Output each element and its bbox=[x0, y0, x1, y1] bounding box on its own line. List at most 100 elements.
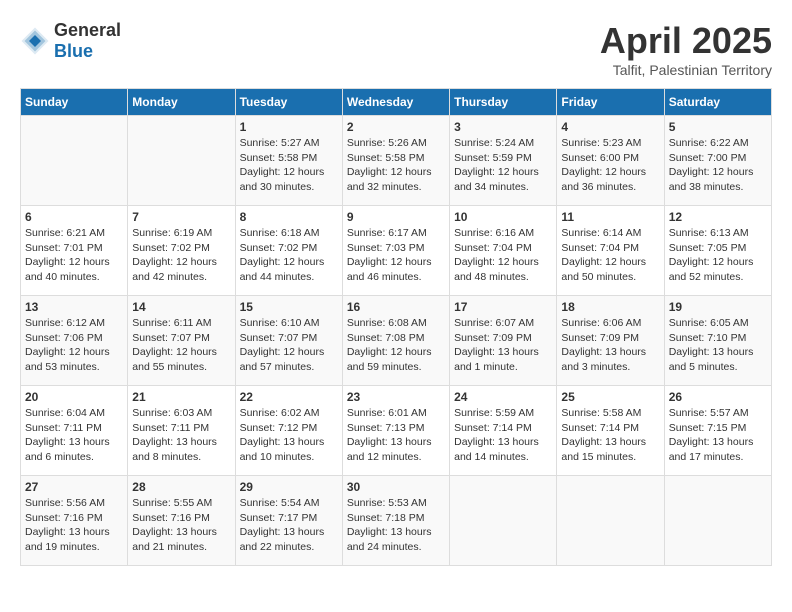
weekday-header-tuesday: Tuesday bbox=[235, 89, 342, 116]
calendar-cell: 4 Sunrise: 5:23 AM Sunset: 6:00 PM Daylig… bbox=[557, 116, 664, 206]
cell-content: Sunrise: 5:57 AM Sunset: 7:15 PM Dayligh… bbox=[669, 406, 767, 465]
calendar-cell: 1Sunrise: 5:27 AM Sunset: 5:58 PM Daylig… bbox=[235, 116, 342, 206]
calendar-cell: 27 Sunrise: 5:56 AM Sunset: 7:16 PM Dayli… bbox=[21, 476, 128, 566]
cell-content: Sunrise: 5:23 AM Sunset: 6:00 PM Dayligh… bbox=[561, 136, 659, 195]
calendar-cell bbox=[450, 476, 557, 566]
calendar-cell: 2Sunrise: 5:26 AM Sunset: 5:58 PM Daylig… bbox=[342, 116, 449, 206]
logo-icon bbox=[20, 26, 50, 56]
cell-content: Sunrise: 5:24 AM Sunset: 5:59 PM Dayligh… bbox=[454, 136, 552, 195]
page-header: General Blue April 2025 Talfit, Palestin… bbox=[20, 20, 772, 78]
calendar-cell: 15 Sunrise: 6:10 AM Sunset: 7:07 PM Dayli… bbox=[235, 296, 342, 386]
day-number: 24 bbox=[454, 390, 552, 404]
day-number: 6 bbox=[25, 210, 123, 224]
calendar-header: SundayMondayTuesdayWednesdayThursdayFrid… bbox=[21, 89, 772, 116]
calendar-cell: 18 Sunrise: 6:06 AM Sunset: 7:09 PM Dayli… bbox=[557, 296, 664, 386]
calendar-cell: 23 Sunrise: 6:01 AM Sunset: 7:13 PM Dayli… bbox=[342, 386, 449, 476]
weekday-header-thursday: Thursday bbox=[450, 89, 557, 116]
day-number: 18 bbox=[561, 300, 659, 314]
day-number: 15 bbox=[240, 300, 338, 314]
day-number: 5 bbox=[669, 120, 767, 134]
calendar-cell: 13Sunrise: 6:12 AM Sunset: 7:06 PM Dayli… bbox=[21, 296, 128, 386]
cell-content: Sunrise: 6:10 AM Sunset: 7:07 PM Dayligh… bbox=[240, 316, 338, 375]
cell-content: Sunrise: 6:06 AM Sunset: 7:09 PM Dayligh… bbox=[561, 316, 659, 375]
day-number: 21 bbox=[132, 390, 230, 404]
cell-content: Sunrise: 6:07 AM Sunset: 7:09 PM Dayligh… bbox=[454, 316, 552, 375]
calendar-cell bbox=[128, 116, 235, 206]
cell-content: Sunrise: 5:59 AM Sunset: 7:14 PM Dayligh… bbox=[454, 406, 552, 465]
day-number: 23 bbox=[347, 390, 445, 404]
calendar-cell: 21 Sunrise: 6:03 AM Sunset: 7:11 PM Dayli… bbox=[128, 386, 235, 476]
cell-content: Sunrise: 6:16 AM Sunset: 7:04 PM Dayligh… bbox=[454, 226, 552, 285]
cell-content: Sunrise: 5:53 AM Sunset: 7:18 PM Dayligh… bbox=[347, 496, 445, 555]
day-number: 17 bbox=[454, 300, 552, 314]
cell-content: Sunrise: 6:01 AM Sunset: 7:13 PM Dayligh… bbox=[347, 406, 445, 465]
cell-content: Sunrise: 6:17 AM Sunset: 7:03 PM Dayligh… bbox=[347, 226, 445, 285]
cell-content: Sunrise: 6:18 AM Sunset: 7:02 PM Dayligh… bbox=[240, 226, 338, 285]
location-subtitle: Talfit, Palestinian Territory bbox=[600, 62, 772, 78]
calendar-cell: 29 Sunrise: 5:54 AM Sunset: 7:17 PM Dayli… bbox=[235, 476, 342, 566]
calendar-week-4: 20 Sunrise: 6:04 AM Sunset: 7:11 PM Dayli… bbox=[21, 386, 772, 476]
calendar-week-2: 6Sunrise: 6:21 AM Sunset: 7:01 PM Daylig… bbox=[21, 206, 772, 296]
logo-blue-text: Blue bbox=[54, 41, 93, 61]
calendar-cell: 3 Sunrise: 5:24 AM Sunset: 5:59 PM Daylig… bbox=[450, 116, 557, 206]
calendar-cell: 9 Sunrise: 6:17 AM Sunset: 7:03 PM Daylig… bbox=[342, 206, 449, 296]
cell-content: Sunrise: 6:03 AM Sunset: 7:11 PM Dayligh… bbox=[132, 406, 230, 465]
calendar-cell: 22 Sunrise: 6:02 AM Sunset: 7:12 PM Dayli… bbox=[235, 386, 342, 476]
cell-content: Sunrise: 6:02 AM Sunset: 7:12 PM Dayligh… bbox=[240, 406, 338, 465]
cell-content: Sunrise: 6:05 AM Sunset: 7:10 PM Dayligh… bbox=[669, 316, 767, 375]
day-number: 12 bbox=[669, 210, 767, 224]
cell-content: Sunrise: 5:58 AM Sunset: 7:14 PM Dayligh… bbox=[561, 406, 659, 465]
cell-content: Sunrise: 5:55 AM Sunset: 7:16 PM Dayligh… bbox=[132, 496, 230, 555]
day-number: 13 bbox=[25, 300, 123, 314]
calendar-week-1: 1Sunrise: 5:27 AM Sunset: 5:58 PM Daylig… bbox=[21, 116, 772, 206]
calendar-week-5: 27 Sunrise: 5:56 AM Sunset: 7:16 PM Dayli… bbox=[21, 476, 772, 566]
day-number: 27 bbox=[25, 480, 123, 494]
calendar-cell bbox=[664, 476, 771, 566]
cell-content: Sunrise: 6:13 AM Sunset: 7:05 PM Dayligh… bbox=[669, 226, 767, 285]
day-number: 22 bbox=[240, 390, 338, 404]
day-number: 14 bbox=[132, 300, 230, 314]
cell-content: Sunrise: 6:22 AM Sunset: 7:00 PM Dayligh… bbox=[669, 136, 767, 195]
weekday-header-wednesday: Wednesday bbox=[342, 89, 449, 116]
day-number: 25 bbox=[561, 390, 659, 404]
cell-content: Sunrise: 6:08 AM Sunset: 7:08 PM Dayligh… bbox=[347, 316, 445, 375]
cell-content: Sunrise: 5:56 AM Sunset: 7:16 PM Dayligh… bbox=[25, 496, 123, 555]
day-number: 8 bbox=[240, 210, 338, 224]
day-number: 19 bbox=[669, 300, 767, 314]
day-number: 4 bbox=[561, 120, 659, 134]
calendar-cell: 24 Sunrise: 5:59 AM Sunset: 7:14 PM Dayli… bbox=[450, 386, 557, 476]
calendar-cell bbox=[557, 476, 664, 566]
calendar-cell: 5 Sunrise: 6:22 AM Sunset: 7:00 PM Daylig… bbox=[664, 116, 771, 206]
calendar-cell: 11Sunrise: 6:14 AM Sunset: 7:04 PM Dayli… bbox=[557, 206, 664, 296]
calendar-cell: 7Sunrise: 6:19 AM Sunset: 7:02 PM Daylig… bbox=[128, 206, 235, 296]
day-number: 26 bbox=[669, 390, 767, 404]
day-number: 30 bbox=[347, 480, 445, 494]
month-year-title: April 2025 bbox=[600, 20, 772, 62]
calendar-cell: 25 Sunrise: 5:58 AM Sunset: 7:14 PM Dayli… bbox=[557, 386, 664, 476]
day-number: 20 bbox=[25, 390, 123, 404]
calendar-table: SundayMondayTuesdayWednesdayThursdayFrid… bbox=[20, 88, 772, 566]
day-number: 3 bbox=[454, 120, 552, 134]
calendar-cell: 30 Sunrise: 5:53 AM Sunset: 7:18 PM Dayli… bbox=[342, 476, 449, 566]
day-number: 16 bbox=[347, 300, 445, 314]
logo-general-text: General bbox=[54, 20, 121, 40]
day-number: 11 bbox=[561, 210, 659, 224]
weekday-header-friday: Friday bbox=[557, 89, 664, 116]
calendar-cell bbox=[21, 116, 128, 206]
title-block: April 2025 Talfit, Palestinian Territory bbox=[600, 20, 772, 78]
day-number: 29 bbox=[240, 480, 338, 494]
weekday-header-row: SundayMondayTuesdayWednesdayThursdayFrid… bbox=[21, 89, 772, 116]
day-number: 1 bbox=[240, 120, 338, 134]
calendar-cell: 17 Sunrise: 6:07 AM Sunset: 7:09 PM Dayli… bbox=[450, 296, 557, 386]
calendar-cell: 8 Sunrise: 6:18 AM Sunset: 7:02 PM Daylig… bbox=[235, 206, 342, 296]
cell-content: Sunrise: 6:11 AM Sunset: 7:07 PM Dayligh… bbox=[132, 316, 230, 375]
logo: General Blue bbox=[20, 20, 121, 62]
day-number: 9 bbox=[347, 210, 445, 224]
weekday-header-monday: Monday bbox=[128, 89, 235, 116]
calendar-cell: 19 Sunrise: 6:05 AM Sunset: 7:10 PM Dayli… bbox=[664, 296, 771, 386]
cell-content: Sunrise: 5:54 AM Sunset: 7:17 PM Dayligh… bbox=[240, 496, 338, 555]
day-number: 28 bbox=[132, 480, 230, 494]
weekday-header-sunday: Sunday bbox=[21, 89, 128, 116]
cell-content: Sunrise: 6:04 AM Sunset: 7:11 PM Dayligh… bbox=[25, 406, 123, 465]
calendar-week-3: 13Sunrise: 6:12 AM Sunset: 7:06 PM Dayli… bbox=[21, 296, 772, 386]
